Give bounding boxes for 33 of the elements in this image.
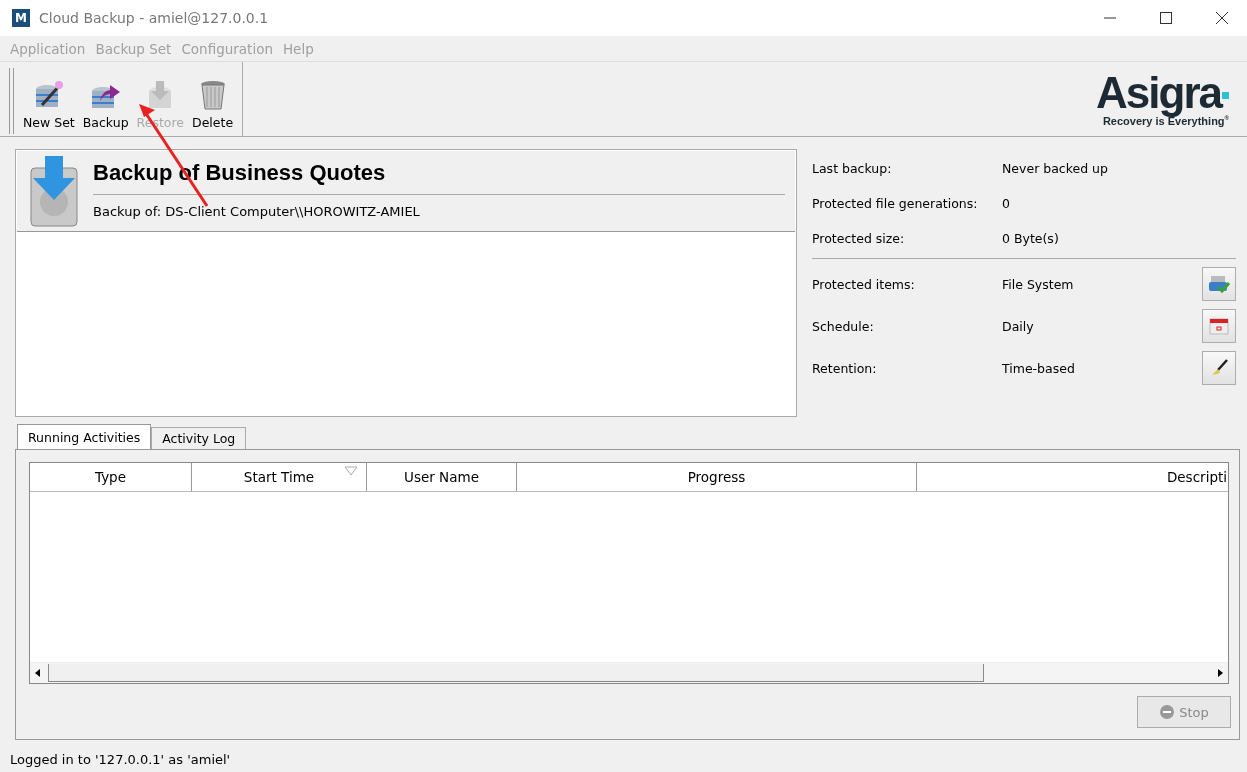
info-value: Never backed up [1002,161,1109,176]
drive-checkmark-icon [1208,274,1230,294]
edit-setting-button[interactable] [1202,309,1236,343]
hard-drive-download-icon [29,154,79,228]
stop-icon [1159,704,1176,720]
toolbar-button[interactable]: Backup [79,79,132,130]
info-value: 0 Byte(s) [1002,231,1060,246]
info-label: Protected file generations: [812,196,979,211]
edit-setting-button[interactable] [1202,351,1236,385]
edit-setting-button[interactable] [1202,267,1236,301]
scrollbar-thumb[interactable] [48,664,984,682]
info-label: Protected size: [812,231,906,246]
info-label: Last backup: [812,161,893,176]
close-icon[interactable] [1215,11,1229,25]
backup-source-text: Backup of: DS-Client Computer\\HOROWITZ-AMIEL [93,203,421,219]
window-title: Cloud Backup - amiel@127.0.0.1 [39,10,269,26]
info-value: 0 [1002,196,1011,211]
tab[interactable]: Running Activities [17,424,152,449]
calendar-icon [1208,316,1230,336]
toolbar-button[interactable]: New Set [20,79,78,130]
setting-label: Schedule: [812,318,875,334]
setting-value: File System [1002,276,1075,292]
setting-label: Protected items: [812,276,916,292]
setting-label: Retention: [812,360,878,376]
sort-arrow-icon [344,466,358,476]
app-icon: M [12,9,30,27]
company-logo: Asigra Recovery is Everything$^{®}$ [1096,67,1229,129]
maximize-icon[interactable] [1159,11,1173,25]
tab[interactable]: Activity Log [151,427,247,449]
status-text: Logged in to '127.0.0.1' as 'amiel' [9,750,232,769]
setting-value: Daily [1002,318,1035,334]
setting-value: Time-based [1002,360,1076,376]
toolbar-button[interactable]: Delete [189,79,237,130]
